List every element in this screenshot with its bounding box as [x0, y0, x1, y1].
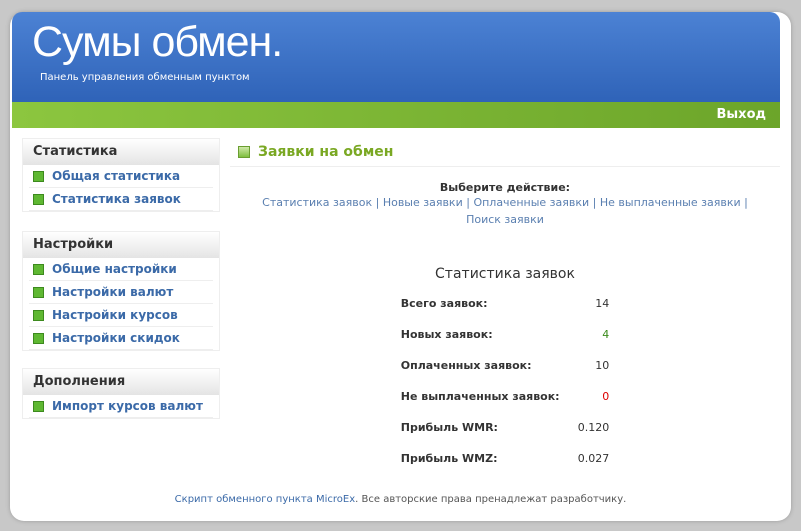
- header: Сумы обмен. Панель управления обменным п…: [12, 12, 780, 102]
- table-row: Прибыль WMZ: 0.027: [400, 452, 610, 465]
- link-order-stats[interactable]: Статистика заявок: [262, 196, 372, 209]
- page-title: Заявки на обмен: [230, 140, 780, 167]
- sidebar-item-rate-settings[interactable]: Настройки курсов: [29, 304, 213, 327]
- sidebar-item-currency-settings[interactable]: Настройки валют: [29, 281, 213, 304]
- link-unpaid-orders[interactable]: Не выплаченные заявки: [600, 196, 741, 209]
- section-title: Статистика: [23, 139, 219, 165]
- footer: Скрипт обменного пункта MicroEx. Все авт…: [174, 494, 627, 505]
- stats-title: Статистика заявок: [435, 266, 575, 282]
- sidebar-section-settings: Настройки Общие настройки Настройки валю…: [22, 231, 220, 351]
- sidebar-item-order-stats[interactable]: Статистика заявок: [29, 188, 213, 211]
- table-row: Всего заявок: 14: [400, 297, 610, 310]
- sidebar-section-statistics: Статистика Общая статистика Статистика з…: [22, 138, 220, 212]
- top-bar: Выход: [12, 102, 780, 128]
- table-row: Прибыль WMR: 0.120: [400, 421, 610, 434]
- section-title: Настройки: [23, 232, 219, 258]
- link-search-order[interactable]: Поиск заявки: [466, 213, 544, 226]
- bullet-icon: [33, 332, 44, 344]
- sidebar-item-discount-settings[interactable]: Настройки скидок: [29, 327, 213, 350]
- subtitle: Панель управления обменным пунктом: [40, 72, 250, 83]
- sidebar-item-general-stats[interactable]: Общая статистика: [29, 165, 213, 188]
- sidebar-section-addons: Дополнения Импорт курсов валют: [22, 368, 220, 419]
- sidebar-item-general-settings[interactable]: Общие настройки: [29, 258, 213, 281]
- bullet-icon: [33, 400, 44, 412]
- link-new-orders[interactable]: Новые заявки: [383, 196, 463, 209]
- action-label: Выберите действие:: [439, 181, 571, 194]
- logo: Сумы обмен.: [32, 18, 283, 66]
- sidebar-item-import-rates[interactable]: Импорт курсов валют: [29, 395, 213, 418]
- bullet-icon: [33, 263, 44, 275]
- title-icon: [238, 146, 250, 158]
- main-content: Заявки на обмен Выберите действие: Стати…: [230, 140, 780, 474]
- table-row: Не выплаченных заявок: 0: [400, 390, 610, 403]
- bullet-icon: [33, 170, 44, 182]
- logout-link[interactable]: Выход: [717, 107, 766, 122]
- bullet-icon: [33, 286, 44, 298]
- footer-link[interactable]: Скрипт обменного пункта MicroEx: [175, 494, 355, 505]
- table-row: Новых заявок: 4: [400, 328, 610, 341]
- stats-table: Всего заявок: 14 Новых заявок: 4 Оплаченны…: [400, 288, 611, 474]
- link-paid-orders[interactable]: Оплаченные заявки: [473, 196, 589, 209]
- section-title: Дополнения: [23, 369, 219, 395]
- action-links: Статистика заявок | Новые заявки | Оплач…: [262, 196, 748, 226]
- bullet-icon: [33, 193, 44, 205]
- bullet-icon: [33, 309, 44, 321]
- table-row: Оплаченных заявок: 10: [400, 359, 610, 372]
